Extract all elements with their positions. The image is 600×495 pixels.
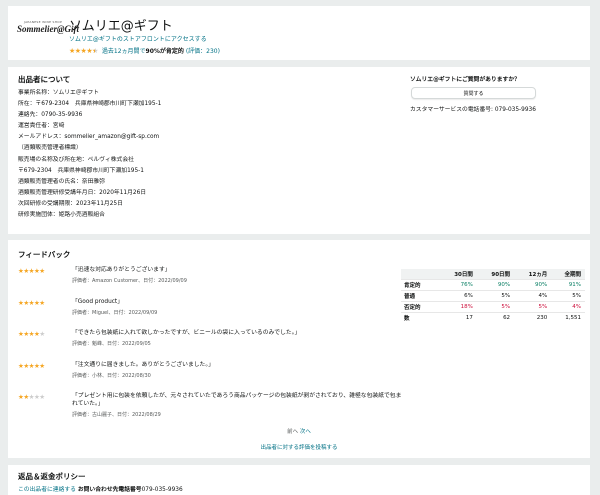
feedback-stars-icon: ★★★★★ xyxy=(18,393,45,401)
stats-cell: 4% xyxy=(551,301,585,313)
feedback-meta: 評価者：Amazon Customer、日付：2022/09/09 xyxy=(72,278,187,284)
stats-row: 否定的 18% 5% 5% 4% xyxy=(401,301,585,313)
feedback-stars-icon: ★★★★★ xyxy=(18,267,45,275)
returns-contact-line: この出品者に連絡する お問い合わせ先電話番号079-035-9936 xyxy=(18,484,183,493)
feedback-meta: 評価者：小林、日付：2022/08/30 xyxy=(72,372,151,379)
store-logo[interactable]: JAPANESE WINE SHOP Sommelier@Gift xyxy=(17,20,79,34)
feedback-comment: 「プレゼント用に包装を依頼したが、元々されていたであろう商品パッケージの包装紙が… xyxy=(72,393,402,407)
feedback-comment: 「できたら包装紙に入れて欲しかったですが、ビニールの袋に入っているのみでした。」 xyxy=(72,330,301,336)
feedback-meta: 評価者：古山麗子、日付：2022/08/29 xyxy=(72,412,161,418)
seller-info-line: メールアドレス：sommelier_amazon@gift-sp.com xyxy=(18,134,160,141)
returns-phone-label: お問い合わせ先電話番号 xyxy=(77,487,142,493)
seller-info-line: （酒類販売管理者標識） xyxy=(18,145,82,152)
stats-cell: 90% xyxy=(476,279,515,291)
seller-info-lines: 事業所名称：ソムリエ＠ギフト 所在：〒679-2304 兵庫県神崎郡市川町下瀬加… xyxy=(18,88,388,221)
feedback-item: ★★★★★ 「Good product」 評価者：Miguel、日付：2022/… xyxy=(18,296,398,328)
storefront-link[interactable]: ソムリエ@ギフトのストアフロントにアクセスする xyxy=(69,34,207,43)
seller-info-line: 研修実施団体：姫路小売酒販組合 xyxy=(18,212,105,219)
stats-row-label: 普通 xyxy=(401,290,440,302)
stats-header-row: 30日間 90日間 12ヵ月 全期間 xyxy=(401,269,585,280)
seller-info-line: 酒類販売管理者の氏名：奈田雅弥 xyxy=(18,178,105,185)
stats-cell: 18% xyxy=(439,301,477,313)
seller-info-title: 出品者について xyxy=(18,75,71,84)
feedback-meta: 評価者：魁峰、日付：2022/09/05 xyxy=(72,341,151,347)
returns-phone: 079-035-9936 xyxy=(141,487,183,493)
feedback-stats-table: 30日間 90日間 12ヵ月 全期間 肯定的 76% 90% 90% 91% 普… xyxy=(401,269,585,324)
contact-seller-link[interactable]: この出品者に連絡する xyxy=(18,487,76,493)
feedback-item: ★★★★★ 「できたら包装紙に入れて欲しかったですが、ビニールの袋に入っているの… xyxy=(18,327,398,359)
feedback-item: ★★★★★ 「迅速な対応ありがとうございます」 評価者：Amazon Custo… xyxy=(18,264,398,296)
feedback-item: ★★★★★ 「注文通りに届きました。ありがとうございました。」 評価者：小林、日… xyxy=(18,359,398,391)
seller-info-line: 販売場の名称及び所在地：ペルヴィ株式会社 xyxy=(18,156,134,163)
stats-row-label: 否定的 xyxy=(401,301,440,313)
contact-question: ソムリエ@ギフトにご質問がありますか？ xyxy=(410,77,520,83)
feedback-comment: 「注文通りに届きました。ありがとうございました。」 xyxy=(72,361,215,368)
pager-next-link[interactable]: 次へ xyxy=(300,429,311,435)
pager-prev: 前へ xyxy=(287,429,299,435)
stats-cell: 5% xyxy=(551,290,585,302)
seller-info-line: 事業所名称：ソムリエ＠ギフト xyxy=(18,90,100,96)
stats-header: 30日間 xyxy=(439,269,477,280)
store-header: JAPANESE WINE SHOP Sommelier@Gift ソムリエ@ギ… xyxy=(8,6,590,60)
stats-cell: 5% xyxy=(514,301,552,313)
stats-cell: 1,551 xyxy=(551,312,585,324)
stats-cell: 91% xyxy=(551,279,585,291)
logo-name: Sommelier@Gift xyxy=(17,24,79,34)
contact-box: ソムリエ@ギフトにご質問がありますか？ 質問する カスタマーサービスの電話番号:… xyxy=(410,74,580,113)
store-title: ソムリエ@ギフト xyxy=(69,19,173,34)
store-rating: ★★★★★★ 過去12ヵ月間で90%が肯定的 (評価：230) xyxy=(69,46,220,56)
seller-info-line: 〒679-2304 兵庫県神崎郡市川町下瀬加195-1 xyxy=(18,167,144,174)
stats-cell: 6% xyxy=(439,290,477,302)
feedback-section: フィードバック ★★★★★ 「迅速な対応ありがとうございます」 評価者：Amaz… xyxy=(8,240,590,458)
feedback-stars-icon: ★★★★★ xyxy=(18,298,45,307)
stats-row: 肯定的 76% 90% 90% 91% xyxy=(401,279,585,291)
stats-cell: 90% xyxy=(514,279,552,291)
stats-row-label: 肯定的 xyxy=(401,279,440,291)
customer-service-phone: カスタマーサービスの電話番号: 079-035-9936 xyxy=(410,107,536,113)
rating-stars-icon: ★★★★★★ xyxy=(69,46,98,55)
stats-cell: 5% xyxy=(476,290,515,302)
seller-info-line: 連絡先：0790-35-9936 xyxy=(18,112,83,119)
feedback-stars-icon: ★★★★★ xyxy=(18,361,45,370)
stats-cell: 5% xyxy=(476,301,515,313)
stats-row-label: 数 xyxy=(401,312,440,324)
stats-cell: 62 xyxy=(476,312,515,324)
feedback-comment: 「迅速な対応ありがとうございます」 xyxy=(72,267,171,273)
write-review-link[interactable]: 出品者に対する評価を投稿する xyxy=(8,443,590,451)
feedback-title: フィードバック xyxy=(18,250,71,259)
stats-row: 数 17 62 230 1,551 xyxy=(401,312,585,324)
stats-header xyxy=(401,269,440,280)
stats-cell: 17 xyxy=(439,312,477,324)
feedback-comment: 「Good product」 xyxy=(72,298,123,305)
feedback-item: ★★★★★ 「プレゼント用に包装を依頼したが、元々されていたであろう商品パッケー… xyxy=(18,390,401,430)
rating-summary-link[interactable]: 過去12ヵ月間で90%が肯定的 (評価：230) xyxy=(102,46,220,55)
stats-header: 12ヵ月 xyxy=(514,269,552,280)
stats-row: 普通 6% 5% 4% 5% xyxy=(401,290,585,302)
stats-header: 全期間 xyxy=(551,269,585,280)
seller-info-line: 運営責任者：宮﨑 xyxy=(18,123,65,130)
seller-info-line: 所在：〒679-2304 兵庫県神崎郡市川町下瀬加195-1 xyxy=(18,101,162,108)
stats-cell: 230 xyxy=(514,312,552,324)
returns-title: 返品＆返金ポリシー xyxy=(18,472,86,481)
feedback-stars-icon: ★★★★★ xyxy=(18,330,45,338)
feedback-pager: 前へ 次へ xyxy=(8,427,590,435)
seller-info-line: 次回研修の受講期限：2023年11月25日 xyxy=(18,200,123,207)
seller-info-line: 酒類販売管理研修受講年月日：2020年11月26日 xyxy=(18,189,147,196)
seller-info-section: 出品者について 事業所名称：ソムリエ＠ギフト 所在：〒679-2304 兵庫県神… xyxy=(8,67,590,234)
stats-cell: 4% xyxy=(514,290,552,302)
feedback-meta: 評価者：Miguel、日付：2022/09/09 xyxy=(72,309,158,316)
returns-section: 返品＆返金ポリシー この出品者に連絡する お問い合わせ先電話番号079-035-… xyxy=(8,465,590,495)
feedback-list: ★★★★★ 「迅速な対応ありがとうございます」 評価者：Amazon Custo… xyxy=(18,264,401,430)
stats-header: 90日間 xyxy=(476,269,515,280)
write-review-link-text[interactable]: 出品者に対する評価を投稿する xyxy=(260,445,337,451)
ask-question-button[interactable]: 質問する xyxy=(411,87,536,99)
stats-cell: 76% xyxy=(439,279,477,291)
